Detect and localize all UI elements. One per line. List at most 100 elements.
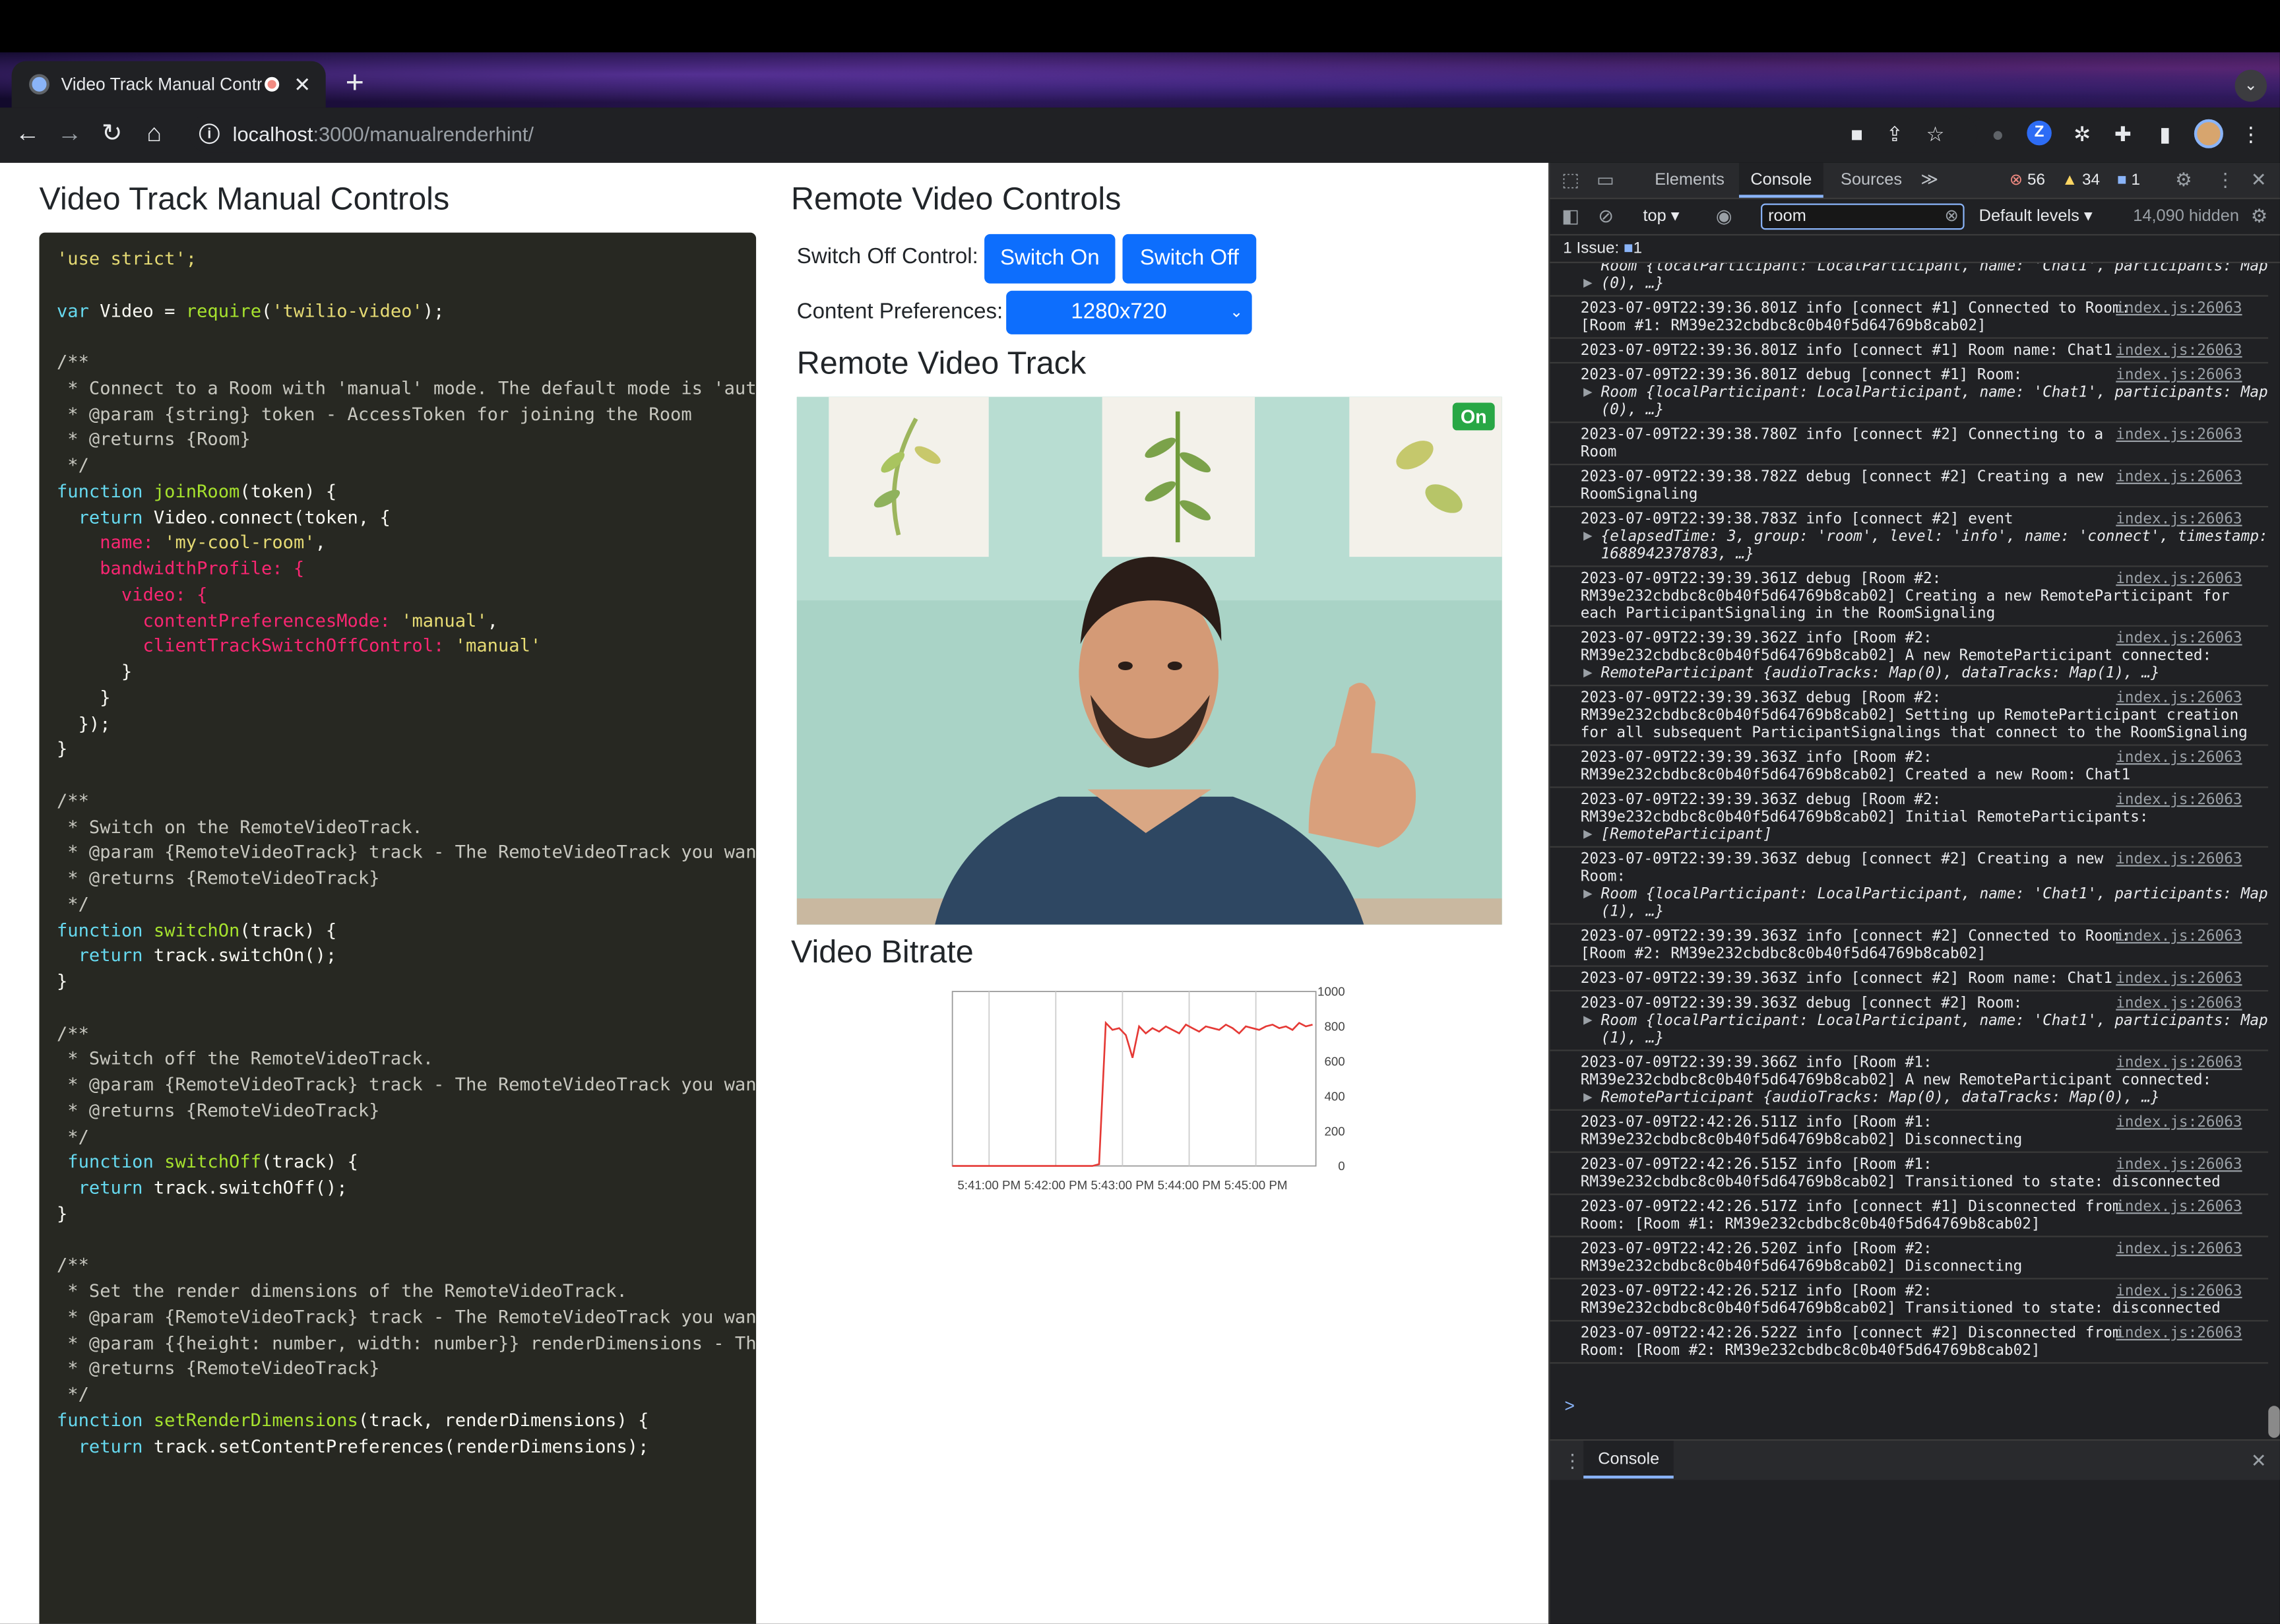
address-bar[interactable]: i localhost:3000/manualrenderhint/ (189, 115, 1978, 153)
new-tab-button[interactable]: + (337, 66, 372, 102)
log-object[interactable]: (0), …} (1601, 275, 1664, 292)
expand-triangle-icon[interactable]: ▶ (1583, 1089, 1593, 1106)
tab-elements[interactable]: Elements (1646, 163, 1733, 198)
clear-console-icon[interactable]: ⊘ (1598, 199, 1614, 234)
log-object[interactable]: 1688942378783, …} (1601, 546, 1754, 563)
menu-kebab-icon[interactable]: ⋮ (2238, 121, 2264, 147)
expand-triangle-icon[interactable]: ▶ (1583, 664, 1593, 681)
browser-tab[interactable]: Video Track Manual Contro ✕ (11, 61, 326, 108)
log-object[interactable]: (0), …} (1601, 401, 1664, 418)
expand-triangle-icon[interactable]: ▶ (1583, 826, 1593, 843)
bookmark-star-icon[interactable]: ☆ (1922, 121, 1949, 147)
code-token: } (56, 739, 68, 760)
expand-triangle-icon[interactable]: ▶ (1583, 275, 1593, 292)
warnings-badge[interactable]: ▲ 34 (2062, 170, 2100, 191)
expand-triangle-icon[interactable]: ▶ (1583, 528, 1593, 545)
log-object[interactable]: [RemoteParticipant] (1601, 826, 1773, 843)
source-link[interactable]: index.js:26063 (2116, 995, 2242, 1012)
log-text: [Room #1: RM39e232cbdbc8c0b40f5d64769b8c… (1580, 317, 1986, 334)
camera-icon[interactable]: ■ (1844, 121, 1870, 147)
context-select[interactable]: top ▾ (1643, 199, 1680, 234)
close-tab-icon[interactable]: ✕ (294, 72, 311, 96)
source-link[interactable]: index.js:26063 (2116, 1054, 2242, 1071)
tab-console[interactable]: Console (1738, 162, 1823, 198)
sidepanel-icon[interactable]: ▮ (2152, 121, 2178, 147)
profile-avatar[interactable] (2194, 119, 2223, 148)
log-object[interactable]: Room {localParticipant: LocalParticipant… (1601, 885, 2268, 902)
source-link[interactable]: index.js:26063 (2116, 1325, 2242, 1342)
extensions-puzzle-icon[interactable]: ✚ (2110, 121, 2136, 147)
switch-off-button[interactable]: Switch Off (1122, 234, 1257, 284)
log-object[interactable]: (1), …} (1601, 1029, 1664, 1046)
console-prompt[interactable]: > (1565, 1396, 1575, 1416)
source-link[interactable]: index.js:26063 (2116, 850, 2242, 867)
extension-circle-icon[interactable]: ● (1984, 121, 2011, 147)
source-link[interactable]: index.js:26063 (2116, 1240, 2242, 1257)
log-object[interactable]: {elapsedTime: 3, group: 'room', level: '… (1601, 528, 2268, 545)
info-badge[interactable]: ■ 1 (2117, 170, 2140, 191)
source-link[interactable]: index.js:26063 (2116, 1198, 2242, 1215)
drawer-console-tab[interactable]: Console (1583, 1441, 1674, 1479)
code-line: name: 'my-cool-room', (57, 532, 326, 553)
errors-badge[interactable]: ⊗ 56 (2010, 170, 2045, 191)
drawer-menu-icon[interactable]: ⋮ (1563, 1441, 1582, 1480)
source-link[interactable]: index.js:26063 (2116, 791, 2242, 808)
issues-bar[interactable]: 1 Issue: ■1 (1550, 235, 2280, 263)
log-object[interactable]: Room {localParticipant: LocalParticipant… (1601, 263, 2268, 275)
source-link[interactable]: index.js:26063 (2116, 299, 2242, 317)
console-scrollbar[interactable] (2268, 1406, 2280, 1438)
back-icon[interactable]: ← (13, 119, 42, 148)
extension-z-icon[interactable]: Z (2027, 120, 2052, 146)
eye-icon[interactable]: ◉ (1716, 199, 1732, 234)
log-object[interactable]: (1), …} (1601, 903, 1664, 920)
expand-triangle-icon[interactable]: ▶ (1583, 1012, 1593, 1029)
source-link[interactable]: index.js:26063 (2116, 426, 2242, 443)
source-link[interactable]: index.js:26063 (2116, 629, 2242, 646)
log-object[interactable]: RemoteParticipant {audioTracks: Map(0), … (1601, 664, 2160, 681)
expand-triangle-icon[interactable]: ▶ (1583, 384, 1593, 401)
source-link[interactable]: index.js:26063 (2116, 570, 2242, 587)
x-tick-label: 5:42:00 PM (1024, 1178, 1087, 1192)
home-icon[interactable]: ⌂ (140, 119, 169, 148)
console-filter-input[interactable]: room ⊗ (1761, 203, 1965, 230)
expand-triangle-icon[interactable]: ▶ (1583, 885, 1593, 902)
more-tabs-icon[interactable]: ≫ (1916, 163, 1943, 198)
source-link[interactable]: index.js:26063 (2116, 749, 2242, 766)
close-drawer-icon[interactable]: ✕ (2251, 1441, 2267, 1480)
code-line: }); (57, 713, 111, 734)
sidebar-toggle-icon[interactable]: ◧ (1562, 199, 1579, 234)
source-link[interactable]: index.js:26063 (2116, 1282, 2242, 1299)
code-token: bandwidthProfile: { (56, 558, 305, 579)
source-link[interactable]: index.js:26063 (2116, 511, 2242, 528)
log-object[interactable]: RemoteParticipant {audioTracks: Map(0), … (1601, 1089, 2160, 1106)
log-object[interactable]: Room {localParticipant: LocalParticipant… (1601, 1012, 2268, 1029)
source-link[interactable]: index.js:26063 (2116, 468, 2242, 485)
switch-on-button[interactable]: Switch On (984, 234, 1116, 284)
log-levels-select[interactable]: Default levels ▾ (1979, 199, 2093, 234)
site-info-icon[interactable]: i (199, 123, 220, 144)
inspect-element-icon[interactable]: ⬚ (1562, 163, 1579, 198)
device-toolbar-icon[interactable]: ▭ (1597, 163, 1614, 198)
tab-search-icon[interactable]: ⌄ (2234, 69, 2267, 102)
forward-icon[interactable]: → (55, 119, 84, 148)
source-link[interactable]: index.js:26063 (2116, 342, 2242, 359)
code-token: clientTrackSwitchOffControl: (56, 635, 455, 656)
info-icon: ■ (2117, 172, 2127, 189)
source-link[interactable]: index.js:26063 (2116, 1156, 2242, 1173)
settings-gear-icon[interactable]: ⚙ (2175, 163, 2192, 198)
devtools-menu-icon[interactable]: ⋮ (2216, 163, 2235, 198)
log-object[interactable]: Room {localParticipant: LocalParticipant… (1601, 384, 2268, 401)
source-link[interactable]: index.js:26063 (2116, 927, 2242, 945)
source-link[interactable]: index.js:26063 (2116, 689, 2242, 706)
content-preferences-select[interactable]: 1280x720 ⌄ (1006, 290, 1252, 334)
extension-gear-icon[interactable]: ✲ (2069, 121, 2095, 147)
console-settings-icon[interactable]: ⚙ (2251, 199, 2268, 234)
share-icon[interactable]: ⇪ (1882, 121, 1908, 147)
reload-icon[interactable]: ↻ (98, 119, 127, 148)
clear-filter-icon[interactable]: ⊗ (1945, 205, 1959, 228)
source-link[interactable]: index.js:26063 (2116, 366, 2242, 383)
tab-sources[interactable]: Sources (1829, 163, 1914, 198)
source-link[interactable]: index.js:26063 (2116, 970, 2242, 987)
source-link[interactable]: index.js:26063 (2116, 1113, 2242, 1131)
close-devtools-icon[interactable]: ✕ (2251, 163, 2267, 198)
